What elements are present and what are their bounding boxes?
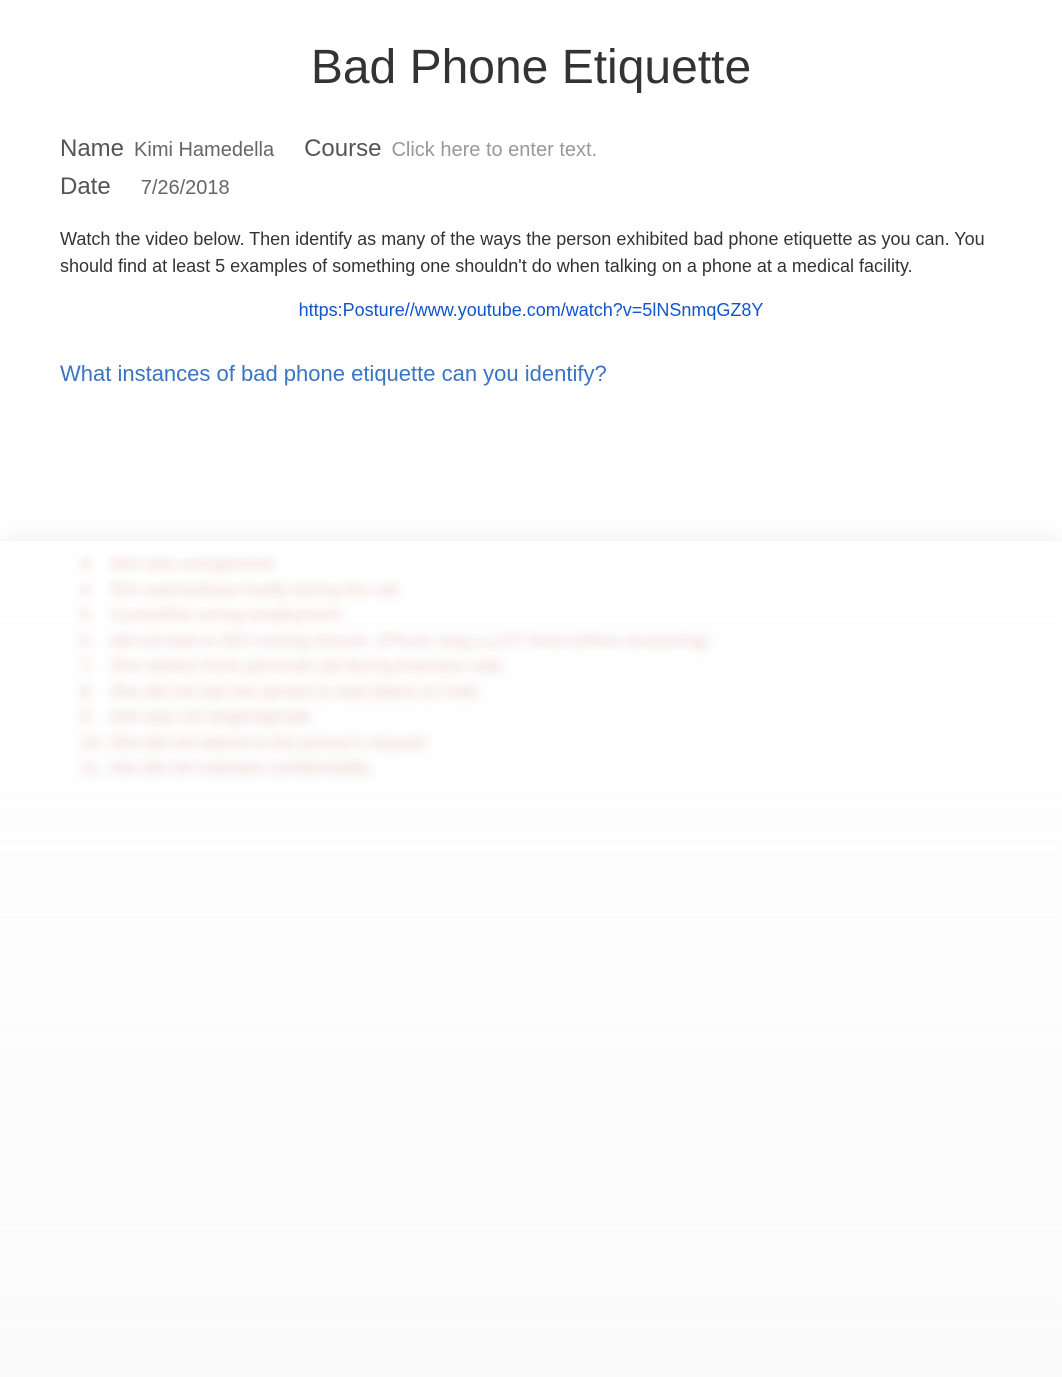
list-item: She did not attend to the person's reque…: [80, 730, 982, 756]
name-course-row: Name Kimi Hamedella Course Click here to…: [60, 135, 1002, 163]
list-item: did not wait or did it during closure. (…: [80, 628, 982, 654]
list-item: Cursed/the wrong employment: [80, 602, 982, 628]
date-label: Date: [60, 173, 111, 201]
video-link[interactable]: https:Posture//www.youtube.com/watch?v=5…: [60, 300, 1002, 321]
question-heading: What instances of bad phone etiquette ca…: [60, 361, 1002, 387]
blurred-answers: She was unorganizedShe yawned/was loudly…: [0, 541, 1062, 791]
page-title: Bad Phone Etiquette: [60, 40, 1002, 95]
course-placeholder[interactable]: Click here to enter text.: [391, 139, 597, 162]
list-item: She yawned/was loudly during the call: [80, 577, 982, 603]
instructions-text: Watch the video below. Then identify as …: [60, 226, 1002, 280]
course-label: Course: [304, 135, 381, 163]
list-item: She started more personal call during bu…: [80, 653, 982, 679]
list-item: she did not maintain confidentiality: [80, 755, 982, 781]
name-value: Kimi Hamedella: [134, 139, 274, 162]
list-item: She did not ask the person to wait /plac…: [80, 679, 982, 705]
name-label: Name: [60, 135, 124, 163]
list-item: She was unorganized: [80, 551, 982, 577]
list-item: She was not forgiving/rude: [80, 704, 982, 730]
date-value: 7/26/2018: [141, 177, 230, 200]
paywall-overlay: She was unorganizedShe yawned/was loudly…: [0, 540, 1062, 1377]
date-row: Date 7/26/2018: [60, 173, 1002, 201]
